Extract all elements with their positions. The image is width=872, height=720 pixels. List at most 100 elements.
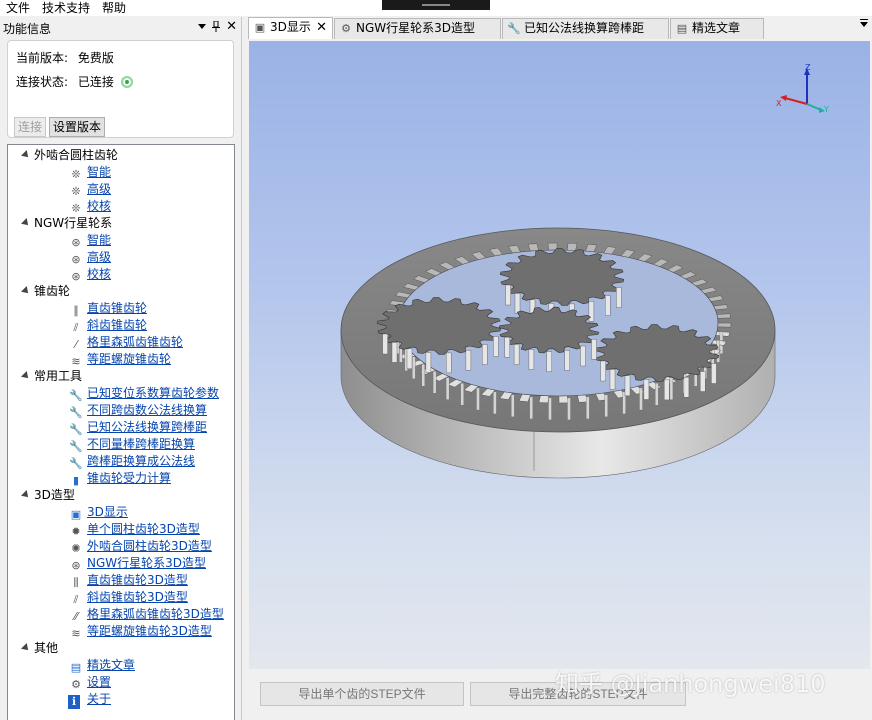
tree-category[interactable]: 外啮合圆柱齿轮 (21, 147, 119, 164)
tree-category[interactable]: 锥齿轮 (21, 283, 70, 300)
tree-item-label[interactable]: 直齿锥齿轮 (87, 301, 147, 315)
tree-item[interactable]: ⊛ NGW行星轮系3D造型 (68, 555, 206, 572)
tree-item-label[interactable]: 不同跨齿数公法线换算 (87, 403, 207, 417)
ring-tooth-face (529, 396, 533, 420)
tree-item[interactable]: ∥ 直齿锥齿轮 (68, 300, 147, 317)
status-label: 连接状态: (16, 75, 69, 89)
menu-tech-support[interactable]: 技术支持 (36, 0, 96, 16)
tree-item-label[interactable]: 跨棒距换算成公法线 (87, 454, 195, 468)
expand-triangle-icon[interactable] (21, 490, 31, 500)
app-window: 文件 技术支持 帮助 功能信息 ✕ 当前版本: 免费版 连接状态: 已连接 连接… (0, 0, 872, 720)
tree-item[interactable]: ✺ 外啮合圆柱齿轮3D造型 (68, 538, 212, 555)
tree-item[interactable]: ❊ 智能 (68, 164, 111, 181)
expand-triangle-icon[interactable] (21, 150, 31, 160)
window-drag-handle[interactable] (382, 0, 490, 10)
tree-item-label[interactable]: 格里森弧齿锥齿轮3D造型 (87, 607, 224, 621)
y-axis-label: Y (823, 105, 829, 114)
tree-item[interactable]: 🔧 已知公法线换算跨棒距 (68, 419, 207, 436)
z-axis-label: Z (805, 63, 811, 72)
tab-span-conversion[interactable]: 🔧 已知公法线换算跨棒距 (502, 18, 669, 39)
tree-item[interactable]: ▤ 精选文章 (68, 657, 135, 674)
tab-3d-display[interactable]: ▣ 3D显示 ✕ (248, 17, 333, 39)
function-tree: 外啮合圆柱齿轮 ❊ 智能 ❊ 高级 ❊ 校核 NGW行星轮系 ⊛ 智能 ⊛ 高级 ⊛ 校核 锥齿轮 ∥ 直齿锥齿… (7, 144, 235, 720)
expand-triangle-icon[interactable] (21, 643, 31, 653)
tab-featured-articles[interactable]: ▤ 精选文章 (670, 18, 764, 39)
tree-item[interactable]: ≋ 等距螺旋锥齿轮 (68, 351, 171, 368)
tree-item-label[interactable]: 直齿锥齿轮3D造型 (87, 573, 188, 587)
tree-item-label[interactable]: 锥齿轮受力计算 (87, 471, 171, 485)
tree-item[interactable]: ⁄⁄ 格里森弧齿锥齿轮3D造型 (68, 606, 224, 623)
tree-item[interactable]: ⫽ 斜齿锥齿轮 (68, 317, 147, 334)
tree-category[interactable]: 其他 (21, 640, 58, 657)
tree-item-label[interactable]: 设置 (87, 675, 111, 689)
tree-item[interactable]: ▣ 3D显示 (68, 504, 128, 521)
axis-triad: Z X Y (776, 63, 829, 114)
tree-item[interactable]: 🔧 已知变位系数算齿轮参数 (68, 385, 219, 402)
tab-ngw-planetary-3d[interactable]: ⚙ NGW行星轮系3D造型 (334, 18, 501, 39)
expand-triangle-icon[interactable] (21, 371, 31, 381)
panel-title: 功能信息 (3, 21, 52, 36)
tree-item-label[interactable]: 斜齿锥齿轮 (87, 318, 147, 332)
tree-item[interactable]: 🔧 跨棒距换算成公法线 (68, 453, 195, 470)
tree-item[interactable]: 🔧 不同量棒跨棒距换算 (68, 436, 195, 453)
menu-help[interactable]: 帮助 (96, 0, 132, 16)
connect-button[interactable]: 连接 (14, 117, 46, 137)
planetary-3d-icon: ⚙ (341, 22, 351, 35)
tree-category[interactable]: NGW行星轮系 (21, 215, 113, 232)
set-version-button[interactable]: 设置版本 (49, 117, 105, 137)
3d-viewport[interactable] (249, 41, 870, 669)
tree-item-label[interactable]: 已知公法线换算跨棒距 (87, 420, 207, 434)
export-full-gear-step-button[interactable]: 导出完整齿轮的STEP文件 (470, 682, 686, 706)
tree-item-label[interactable]: 高级 (87, 250, 111, 264)
tree-item[interactable]: ℹ 关于 (68, 691, 111, 709)
gear-rack-icon: ❊ (71, 202, 81, 215)
menu-file[interactable]: 文件 (0, 0, 36, 16)
tree-item-label[interactable]: 智能 (87, 165, 111, 179)
tree-item[interactable]: ⊛ 高级 (68, 249, 111, 266)
tree-item-label[interactable]: 外啮合圆柱齿轮3D造型 (87, 539, 212, 553)
tree-item-label[interactable]: 格里森弧齿锥齿轮 (87, 335, 183, 349)
tree-item-label[interactable]: 校核 (87, 267, 111, 281)
tree-item[interactable]: ⫼ 直齿锥齿轮3D造型 (68, 572, 188, 589)
tree-item[interactable]: ✹ 单个圆柱齿轮3D造型 (68, 521, 200, 538)
tree-item-label[interactable]: 关于 (87, 692, 111, 706)
tab-close-icon[interactable]: ✕ (316, 18, 327, 37)
tree-item[interactable]: ❊ 校核 (68, 198, 111, 215)
tree-category-label: NGW行星轮系 (34, 216, 113, 230)
pin-icon[interactable] (212, 20, 221, 32)
bevel-equidistant-icon: ≋ (71, 355, 81, 368)
gear-rack-icon: ❊ (71, 168, 81, 181)
tree-item-label[interactable]: 3D显示 (87, 505, 128, 519)
expand-triangle-icon[interactable] (21, 286, 31, 296)
tree-item-label[interactable]: 已知变位系数算齿轮参数 (87, 386, 219, 400)
tab-list-dropdown-icon[interactable] (860, 19, 868, 27)
tree-item-label[interactable]: 校核 (87, 199, 111, 213)
tree-item[interactable]: ⊛ 智能 (68, 232, 111, 249)
dropdown-icon[interactable] (198, 24, 207, 29)
tree-category[interactable]: 3D造型 (21, 487, 75, 504)
expand-triangle-icon[interactable] (21, 218, 31, 228)
tree-item[interactable]: ▮ 锥齿轮受力计算 (68, 470, 171, 487)
ring-tooth-face (421, 364, 425, 387)
tree-item[interactable]: ⊛ 校核 (68, 266, 111, 283)
close-icon[interactable]: ✕ (226, 19, 237, 34)
version-info-box: 当前版本: 免费版 连接状态: 已连接 连接 设置版本 (7, 40, 234, 138)
tree-item[interactable]: 🔧 不同跨齿数公法线换算 (68, 402, 207, 419)
tree-item[interactable]: ≋ 等距螺旋锥齿轮3D造型 (68, 623, 212, 640)
tree-item-label[interactable]: 不同量棒跨棒距换算 (87, 437, 195, 451)
tree-item[interactable]: ⁄ 格里森弧齿锥齿轮 (68, 334, 183, 351)
tree-item-label[interactable]: 精选文章 (87, 658, 135, 672)
tree-item-label[interactable]: 等距螺旋锥齿轮 (87, 352, 171, 366)
tree-item[interactable]: ⚙ 设置 (68, 674, 111, 691)
tree-item-label[interactable]: 高级 (87, 182, 111, 196)
tree-item[interactable]: ❊ 高级 (68, 181, 111, 198)
tree-item[interactable]: ⫽ 斜齿锥齿轮3D造型 (68, 589, 188, 606)
tree-item-label[interactable]: NGW行星轮系3D造型 (87, 556, 206, 570)
tree-category-label: 外啮合圆柱齿轮 (34, 148, 119, 162)
tree-item-label[interactable]: 等距螺旋锥齿轮3D造型 (87, 624, 212, 638)
tree-item-label[interactable]: 斜齿锥齿轮3D造型 (87, 590, 188, 604)
tree-item-label[interactable]: 单个圆柱齿轮3D造型 (87, 522, 200, 536)
tree-item-label[interactable]: 智能 (87, 233, 111, 247)
export-single-tooth-step-button[interactable]: 导出单个齿的STEP文件 (260, 682, 464, 706)
tree-category[interactable]: 常用工具 (21, 368, 82, 385)
